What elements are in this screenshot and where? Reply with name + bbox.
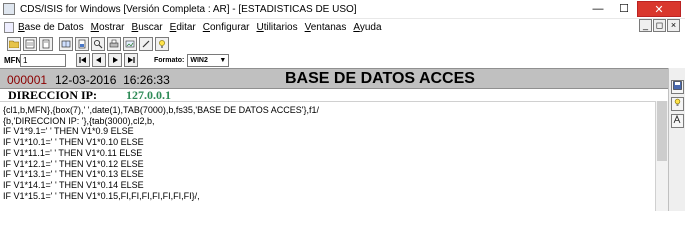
- document-icon[interactable]: [39, 36, 53, 51]
- open-folder-icon[interactable]: [7, 36, 21, 51]
- editor-scrollbar[interactable]: [655, 101, 668, 211]
- title-bar: CDS/ISIS for Windows [Versión Completa :…: [0, 0, 685, 19]
- menu-bar: Base de Datos Mostrar Buscar Editar Conf…: [0, 19, 685, 35]
- code-line: IF V1*15.1=' ' THEN V1*0.15,FI,FI,FI,FI,…: [3, 190, 200, 201]
- scrollbar-thumb[interactable]: [657, 101, 667, 161]
- format-icon[interactable]: [671, 114, 684, 128]
- code-line: {b,'DIRECCION IP: '},{tab(3000),cl2,b,: [3, 115, 155, 126]
- chevron-down-icon: ▼: [219, 56, 227, 64]
- mdi-close-button[interactable]: ×: [667, 19, 680, 32]
- first-record-icon[interactable]: [76, 53, 90, 67]
- lightbulb-icon[interactable]: [155, 36, 169, 51]
- direccion-row: DIRECCION IP: 127.0.0.1: [0, 88, 668, 102]
- document-icon[interactable]: [4, 21, 14, 33]
- mdi-restore-button[interactable]: ◻: [653, 19, 666, 32]
- dictionary-icon[interactable]: [59, 36, 73, 51]
- print-icon[interactable]: [107, 36, 121, 51]
- record-display: 000001 12-03-2016 16:26:33 BASE DE DATOS…: [0, 68, 668, 102]
- formato-value: WIN2: [190, 56, 208, 64]
- record-datetime: 12-03-2016 16:26:33: [55, 73, 170, 87]
- mfn-label: MFN: [4, 55, 22, 65]
- app-icon: [3, 3, 15, 15]
- search-icon[interactable]: [91, 36, 105, 51]
- window-title: CDS/ISIS for Windows [Versión Completa :…: [20, 3, 357, 15]
- navigation-bar: MFN 1 Formato: WIN2 ▼: [0, 52, 685, 68]
- mdi-minimize-button[interactable]: _: [639, 19, 652, 32]
- side-toolbar: [668, 68, 685, 211]
- code-line: IF V1*11.1=' ' THEN V1*0.11 ELSE: [3, 147, 143, 158]
- database-title: BASE DE DATOS ACCES: [285, 70, 475, 87]
- menu-ventanas[interactable]: Ventanas: [305, 22, 347, 33]
- record-mfn: 000001: [7, 73, 48, 87]
- menu-utilitarios[interactable]: Utilitarios: [256, 22, 297, 33]
- next-record-icon[interactable]: [108, 53, 122, 67]
- database-icon[interactable]: [23, 36, 37, 51]
- format-editor[interactable]: {cl1,b,MFN},{box(7),' ',date(1),TAB(7000…: [0, 101, 655, 211]
- menu-configurar[interactable]: Configurar: [203, 22, 250, 33]
- lightbulb-icon[interactable]: [671, 97, 684, 111]
- previous-record-icon[interactable]: [92, 53, 106, 67]
- code-line: IF V1*13.1=' ' THEN V1*0.13 ELSE: [3, 169, 144, 180]
- window-controls: — ☐ ✕: [585, 0, 681, 18]
- menu-base-de-datos[interactable]: Base de Datos: [18, 22, 84, 33]
- maximize-button[interactable]: ☐: [611, 1, 637, 17]
- mdi-controls: _ ◻ ×: [638, 19, 680, 32]
- menu-editar[interactable]: Editar: [170, 22, 196, 33]
- image-icon[interactable]: [123, 36, 137, 51]
- code-line: IF V1*12.1=' ' THEN V1*0.12 ELSE: [3, 158, 144, 169]
- code-line: IF V1*10.1=' ' THEN V1*0.10 ELSE: [3, 137, 144, 148]
- edit-icon[interactable]: [139, 36, 153, 51]
- toolbar: [0, 35, 685, 52]
- save-icon[interactable]: [671, 80, 684, 94]
- formato-label: Formato:: [154, 56, 185, 64]
- menu-ayuda[interactable]: Ayuda: [353, 22, 381, 33]
- close-button[interactable]: ✕: [637, 1, 681, 17]
- report-icon[interactable]: [75, 36, 89, 51]
- code-line: IF V1*9.1=' ' THEN V1*0.9 ELSE: [3, 126, 134, 137]
- menu-mostrar[interactable]: Mostrar: [91, 22, 125, 33]
- menu-buscar[interactable]: Buscar: [132, 22, 163, 33]
- minimize-button[interactable]: —: [585, 1, 611, 17]
- mfn-input[interactable]: 1: [20, 53, 66, 67]
- formato-select[interactable]: WIN2 ▼: [187, 53, 230, 67]
- last-record-icon[interactable]: [124, 53, 138, 67]
- code-line: {cl1,b,MFN},{box(7),' ',date(1),TAB(7000…: [3, 105, 320, 115]
- code-line: IF V1*14.1=' ' THEN V1*0.14 ELSE: [3, 179, 144, 190]
